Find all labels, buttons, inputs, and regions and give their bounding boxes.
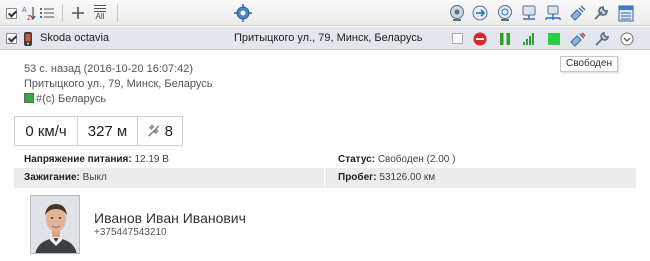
- ignition-value: Выкл: [82, 172, 107, 183]
- phone-icon: [24, 31, 32, 46]
- unit-satellite-button[interactable]: [569, 30, 587, 47]
- country-row: #(c) Беларусь: [24, 93, 106, 105]
- status-field: Статус: Свободен (2.00 ): [338, 154, 455, 165]
- voltage-field: Напряжение питания: 12.19 В: [24, 154, 169, 165]
- satellite-icon: [148, 124, 160, 137]
- list-view-button[interactable]: [39, 3, 55, 23]
- status-square-icon: [548, 32, 560, 45]
- top-toolbar: A Z All: [0, 0, 650, 26]
- calendar-icon: [618, 5, 634, 22]
- sort-az-button[interactable]: A Z: [21, 3, 37, 23]
- unit-icon: [21, 30, 35, 47]
- location-address: Притыцкого ул., 79, Минск, Беларусь: [24, 78, 213, 90]
- route-button[interactable]: [471, 3, 489, 23]
- add-unit-button[interactable]: [70, 3, 86, 23]
- flag-icon: [24, 93, 34, 103]
- checkbox-icon: [5, 33, 17, 44]
- monitor-icon: [450, 5, 464, 21]
- unit-checkbox[interactable]: [4, 30, 18, 47]
- locate-button[interactable]: [234, 3, 252, 23]
- checkbox-icon: [451, 33, 463, 44]
- status-tooltip: Свободен: [560, 56, 618, 72]
- ignition-label: Зажигание:: [24, 172, 80, 183]
- signal-indicator[interactable]: [521, 30, 537, 47]
- driver-avatar-image: [31, 196, 79, 253]
- toolbar-divider: [62, 4, 63, 22]
- select-all-checkbox[interactable]: [3, 3, 19, 23]
- status-indicator[interactable]: [547, 30, 561, 47]
- add-all-button[interactable]: All: [91, 3, 109, 23]
- unit-select-toggle[interactable]: [450, 30, 464, 47]
- satellite-button[interactable]: [569, 3, 587, 23]
- pause-icon: [500, 32, 510, 45]
- altitude-metric: 327 м: [78, 117, 138, 145]
- last-message-time: 53 с. назад (2016-10-20 16:07:42): [24, 63, 194, 75]
- country-label: #(c) Беларусь: [36, 93, 107, 105]
- fleet-button[interactable]: [544, 3, 562, 23]
- driver-name: Иванов Иван Иванович: [94, 210, 246, 226]
- add-icon: [72, 7, 84, 19]
- driver-photo: [30, 195, 80, 254]
- list-icon: [40, 8, 54, 18]
- wrench-icon: [595, 31, 609, 46]
- ignition-field: Зажигание: Выкл: [24, 172, 107, 183]
- column-divider: [324, 168, 325, 188]
- sort-az-icon: A Z: [22, 7, 36, 21]
- mileage-label: Пробег:: [338, 172, 377, 183]
- stop-button[interactable]: [472, 30, 488, 47]
- info-row-voltage-status: Напряжение питания: 12.19 В Статус: Своб…: [14, 150, 636, 170]
- settings-button[interactable]: [592, 3, 610, 23]
- voltage-label: Напряжение питания:: [24, 154, 132, 165]
- stop-icon: [473, 32, 487, 45]
- target-button[interactable]: [496, 3, 514, 23]
- unit-row[interactable]: Skoda octavia Притыцкого ул., 79, Минск,…: [0, 27, 650, 50]
- network-button[interactable]: [520, 3, 538, 23]
- calendar-button[interactable]: [617, 3, 635, 23]
- route-icon: [472, 5, 488, 21]
- satellite-icon: [570, 5, 586, 21]
- chevron-down-icon: [620, 32, 634, 45]
- mileage-value: 53126.00 км: [379, 172, 436, 183]
- monitor-button[interactable]: [448, 3, 466, 23]
- satellite-icon: [570, 32, 586, 47]
- status-value: Свободен (2.00 ): [377, 154, 456, 165]
- all-label: All: [95, 12, 105, 21]
- unit-name[interactable]: Skoda octavia: [40, 32, 109, 44]
- driver-phone: +375447543210: [94, 227, 167, 238]
- unit-settings-button[interactable]: [594, 30, 610, 47]
- mileage-field: Пробег: 53126.00 км: [338, 172, 435, 183]
- metrics-panel: 0 км/ч 327 м 8: [14, 116, 183, 146]
- voltage-value: 12.19 В: [134, 154, 169, 165]
- unit-address: Притыцкого ул., 79, Минск, Беларусь: [234, 32, 423, 44]
- wrench-icon: [594, 6, 608, 20]
- locate-icon: [234, 4, 252, 22]
- unit-menu-button[interactable]: [619, 30, 635, 47]
- fleet-icon: [545, 5, 561, 20]
- pause-button[interactable]: [497, 30, 513, 47]
- satellites-count: 8: [164, 122, 173, 140]
- checkbox-icon: [5, 7, 17, 19]
- toolbar-divider: [117, 4, 118, 22]
- signal-icon: [523, 32, 534, 45]
- svg-text:A: A: [22, 7, 27, 14]
- speed-metric: 0 км/ч: [15, 117, 78, 145]
- info-row-ignition-mileage: Зажигание: Выкл Пробег: 53126.00 км: [14, 168, 636, 188]
- target-icon: [498, 5, 512, 21]
- satellites-metric: 8: [138, 117, 182, 145]
- network-icon: [522, 5, 536, 20]
- status-label: Статус:: [338, 154, 376, 165]
